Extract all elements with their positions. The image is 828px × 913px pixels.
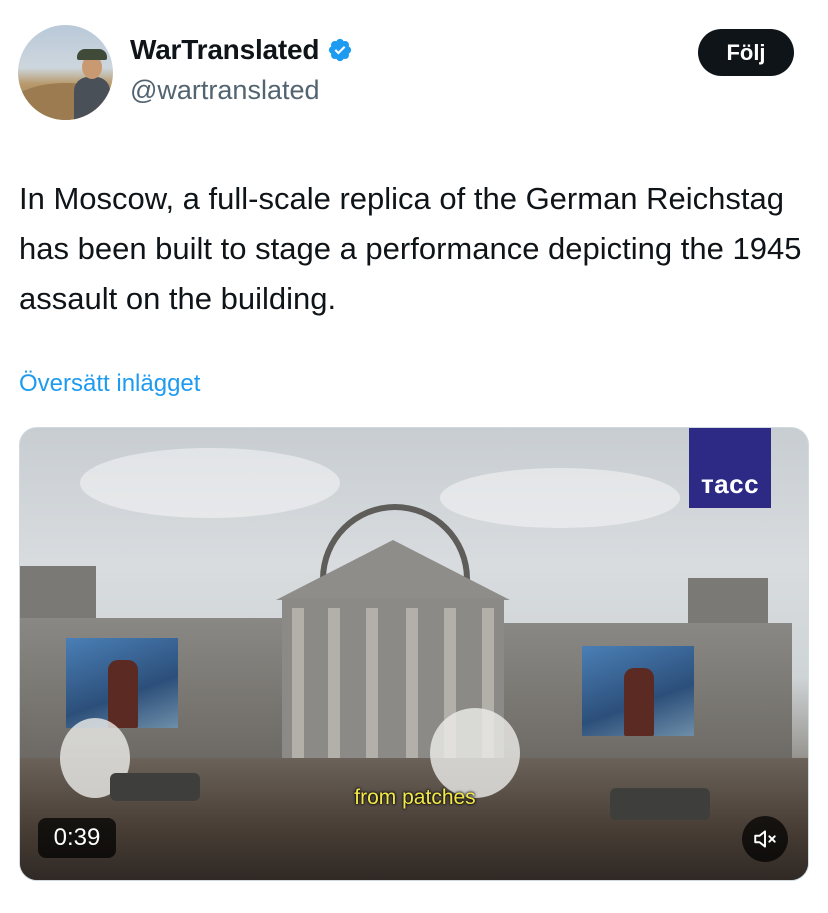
avatar-person-body — [74, 77, 110, 120]
avatar[interactable] — [18, 25, 113, 120]
video-player[interactable]: тасс from patches 0:39 — [19, 427, 809, 881]
smoke-cloud — [430, 708, 520, 798]
translate-post-link[interactable]: Översätt inlägget — [19, 370, 200, 398]
video-duration: 0:39 — [38, 818, 116, 858]
column — [292, 608, 304, 758]
column — [406, 608, 418, 758]
follow-button[interactable]: Följ — [698, 29, 794, 76]
avatar-person-hat — [77, 49, 107, 60]
soldier-figure — [624, 668, 654, 736]
tweet-text: In Moscow, a full-scale replica of the G… — [19, 181, 802, 316]
volume-muted-icon — [754, 830, 776, 848]
video-subtitle: from patches — [354, 786, 476, 809]
building-tower-left — [20, 566, 96, 626]
soldier-figure — [108, 660, 138, 728]
mute-button[interactable] — [742, 816, 788, 862]
video-screen-left — [66, 638, 178, 728]
reichstag-pediment — [276, 540, 510, 600]
cloud — [80, 448, 340, 518]
verified-badge-icon — [329, 38, 352, 62]
author-display-name[interactable]: WarTranslated — [130, 34, 320, 66]
author-name-row: WarTranslated — [130, 34, 353, 66]
column — [366, 608, 378, 758]
column — [328, 608, 340, 758]
author-handle[interactable]: @wartranslated — [130, 75, 320, 106]
cloud — [440, 468, 680, 528]
tass-logo: тасс — [689, 428, 771, 508]
video-screen-right — [582, 646, 694, 736]
